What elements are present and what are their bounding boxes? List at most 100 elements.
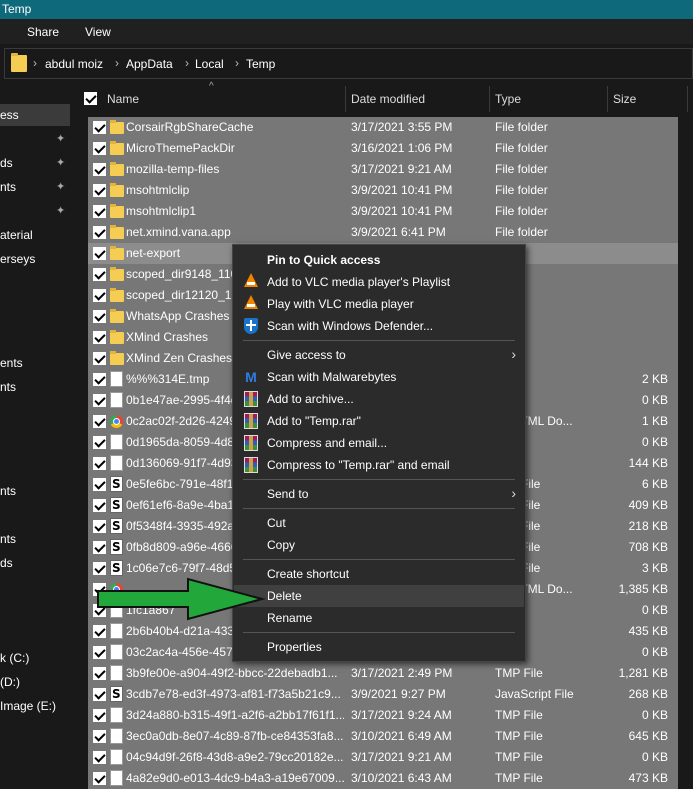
row-checkbox[interactable]: [93, 541, 106, 554]
column-date-modified[interactable]: Date modified: [346, 86, 490, 112]
file-row[interactable]: msohtmlclip 3/9/2021 10:41 PM File folder: [88, 180, 678, 201]
row-checkbox[interactable]: [93, 478, 106, 491]
nav-item-material[interactable]: aterial: [0, 228, 33, 242]
row-checkbox[interactable]: [93, 373, 106, 386]
nav-item-jerseys[interactable]: erseys: [0, 252, 35, 266]
row-checkbox[interactable]: [93, 205, 106, 218]
file-row[interactable]: msohtmlclip1 3/9/2021 10:41 PM File folder: [88, 201, 678, 222]
row-checkbox[interactable]: [93, 415, 106, 428]
menu-item-scan-with-malwarebytes[interactable]: M Scan with Malwarebytes: [234, 366, 524, 388]
file-row[interactable]: net.xmind.vana.app 3/9/2021 6:41 PM File f…: [88, 222, 678, 243]
menu-item-pin-to-quick-access[interactable]: Pin to Quick access: [234, 249, 524, 271]
nav-item-nts-3[interactable]: nts: [0, 532, 16, 546]
nav-item-nts-2[interactable]: nts: [0, 484, 16, 498]
menu-item-delete[interactable]: Delete: [234, 585, 524, 607]
folder-icon: [110, 288, 124, 302]
address-bar[interactable]: › abdul moiz › AppData › Local › Temp: [4, 48, 693, 79]
tab-view[interactable]: View: [85, 25, 111, 39]
folder-icon: [11, 53, 27, 72]
file-row[interactable]: 3d24a880-b315-49f1-a2f6-a2bb17f61f1... 3/…: [88, 705, 678, 726]
row-checkbox[interactable]: [93, 436, 106, 449]
row-checkbox[interactable]: [93, 394, 106, 407]
file-icon: [110, 644, 123, 660]
row-checkbox[interactable]: [93, 226, 106, 239]
row-checkbox[interactable]: [93, 667, 106, 680]
pin-icon: ✦: [56, 133, 66, 145]
nav-item-downloads[interactable]: ds: [0, 156, 13, 170]
file-row[interactable]: 4a82e9d0-e013-4dc9-b4a3-a19e67009... 3/10…: [88, 768, 678, 789]
row-checkbox[interactable]: [93, 520, 106, 533]
row-checkbox[interactable]: [93, 772, 106, 785]
row-checkbox[interactable]: [93, 331, 106, 344]
column-size[interactable]: Size: [608, 86, 688, 112]
file-row[interactable]: MicroThemePackDir 3/16/2021 1:06 PM File f…: [88, 138, 678, 159]
breadcrumb-separator-icon: ›: [115, 56, 119, 70]
file-type: File folder: [495, 120, 548, 134]
row-checkbox[interactable]: [93, 688, 106, 701]
menu-item-copy[interactable]: Copy: [234, 534, 524, 556]
file-name: net.xmind.vana.app: [126, 225, 231, 239]
row-checkbox[interactable]: [93, 709, 106, 722]
row-checkbox[interactable]: [93, 163, 106, 176]
nav-item-drive-c[interactable]: k (C:): [0, 651, 29, 665]
menu-item-add-to-vlc-media-player-s-playlist[interactable]: Add to VLC media player's Playlist: [234, 271, 524, 293]
row-checkbox[interactable]: [93, 121, 106, 134]
menu-item-add-to-archive[interactable]: Add to archive...: [234, 388, 524, 410]
row-checkbox[interactable]: [93, 646, 106, 659]
row-checkbox[interactable]: [93, 457, 106, 470]
row-checkbox[interactable]: [93, 352, 106, 365]
breadcrumb-local[interactable]: Local: [195, 57, 224, 71]
nav-item-drive-d[interactable]: (D:): [0, 675, 20, 689]
row-checkbox[interactable]: [93, 625, 106, 638]
nav-item-ents[interactable]: ents: [0, 356, 23, 370]
tab-share[interactable]: Share: [27, 25, 59, 39]
menu-item-add-to-temp-rar[interactable]: Add to "Temp.rar": [234, 410, 524, 432]
nav-item-drive-e[interactable]: Image (E:): [0, 699, 56, 713]
file-size: 473 KB: [628, 771, 668, 785]
file-row[interactable]: CorsairRgbShareCache 3/17/2021 3:55 PM Fil…: [88, 117, 678, 138]
menu-item-scan-with-windows-defender[interactable]: Scan with Windows Defender...: [234, 315, 524, 337]
folder-icon: [110, 162, 124, 176]
file-name: CorsairRgbShareCache: [126, 120, 254, 134]
menu-item-compress-to-temp-rar-and-email[interactable]: Compress to "Temp.rar" and email: [234, 454, 524, 476]
menu-item-play-with-vlc-media-player[interactable]: Play with VLC media player: [234, 293, 524, 315]
row-checkbox[interactable]: [93, 142, 106, 155]
breadcrumb-appdata[interactable]: AppData: [126, 57, 173, 71]
file-row[interactable]: 3b9fe00e-a904-49f2-bbcc-22debadb1... 3/17…: [88, 663, 678, 684]
row-checkbox[interactable]: [93, 310, 106, 323]
row-checkbox[interactable]: [93, 184, 106, 197]
select-all-checkbox[interactable]: [84, 92, 97, 105]
nav-item-nts-1[interactable]: nts: [0, 380, 16, 394]
menu-item-rename[interactable]: Rename: [234, 607, 524, 629]
row-checkbox[interactable]: [93, 499, 106, 512]
menu-divider: [243, 508, 515, 509]
row-checkbox[interactable]: [93, 289, 106, 302]
nav-item-quick-access[interactable]: ess: [0, 108, 19, 122]
breadcrumb-temp[interactable]: Temp: [246, 57, 275, 71]
column-header: ^ Name Date modified Type Size: [84, 81, 693, 112]
column-type[interactable]: Type: [490, 86, 608, 112]
file-row[interactable]: 3cdb7e78-ed3f-4973-af81-f73a5b21c9... 3/9…: [88, 684, 678, 705]
menu-item-create-shortcut[interactable]: Create shortcut: [234, 563, 524, 585]
file-row[interactable]: 3ec0a0db-8e07-4c89-87fb-ce84353fa8... 3/1…: [88, 726, 678, 747]
row-checkbox[interactable]: [93, 247, 106, 260]
menu-item-send-to[interactable]: Send to ›: [234, 483, 524, 505]
row-checkbox[interactable]: [93, 730, 106, 743]
file-row[interactable]: 04c94d9f-26f8-43d8-a9e2-79cc20182e... 3/1…: [88, 747, 678, 768]
folder-icon: [110, 120, 124, 134]
file-row[interactable]: mozilla-temp-files 3/17/2021 9:21 AM File …: [88, 159, 678, 180]
menu-item-properties[interactable]: Properties: [234, 636, 524, 658]
row-checkbox[interactable]: [93, 268, 106, 281]
nav-scrollbar[interactable]: [72, 80, 84, 789]
menu-item-give-access-to[interactable]: Give access to ›: [234, 344, 524, 366]
nav-item-documents[interactable]: nts: [0, 180, 16, 194]
menu-divider: [243, 632, 515, 633]
breadcrumb-abdul-moiz[interactable]: abdul moiz: [45, 57, 103, 71]
column-name[interactable]: Name: [102, 86, 346, 112]
menu-item-cut[interactable]: Cut: [234, 512, 524, 534]
row-checkbox[interactable]: [93, 562, 106, 575]
nav-item-ds[interactable]: ds: [0, 556, 13, 570]
row-checkbox[interactable]: [93, 751, 106, 764]
file-size: 1,281 KB: [618, 666, 668, 680]
menu-item-compress-and-email[interactable]: Compress and email...: [234, 432, 524, 454]
